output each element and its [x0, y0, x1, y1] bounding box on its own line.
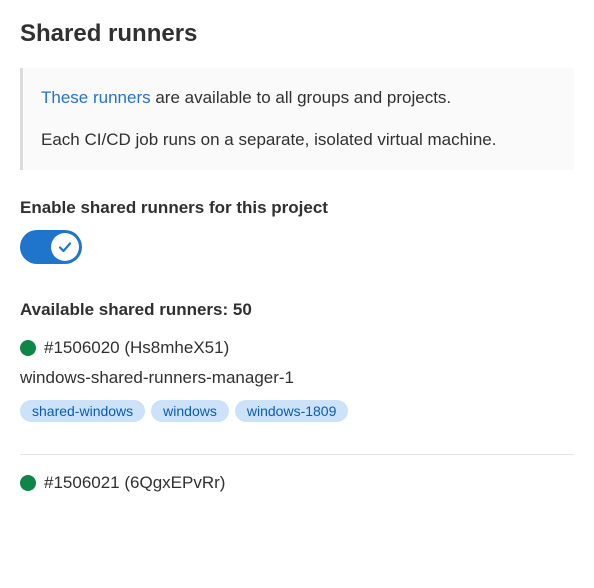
runner-tag[interactable]: windows [151, 400, 229, 422]
runner-item: #1506021 (6QgxEPvRr) [20, 473, 574, 517]
toggle-knob [51, 233, 79, 261]
runner-divider [20, 454, 574, 455]
info-line-2: Each CI/CD job runs on a separate, isola… [41, 130, 556, 150]
page-title: Shared runners [20, 20, 574, 48]
status-dot-icon [20, 475, 36, 491]
info-banner: These runners are available to all group… [20, 68, 574, 170]
check-icon [57, 239, 73, 255]
enable-shared-runners-toggle[interactable] [20, 230, 82, 264]
runner-tags: shared-windows windows windows-1809 [20, 400, 574, 422]
info-line-1-rest: are available to all groups and projects… [151, 88, 452, 107]
runner-item: #1506020 (Hs8mheX51) windows-shared-runn… [20, 338, 574, 436]
status-dot-icon [20, 340, 36, 356]
these-runners-link[interactable]: These runners [41, 88, 151, 107]
runner-header: #1506020 (Hs8mheX51) [20, 338, 574, 358]
runner-id[interactable]: #1506020 (Hs8mheX51) [44, 338, 229, 358]
available-prefix: Available shared runners: [20, 300, 233, 319]
info-line-1: These runners are available to all group… [41, 88, 556, 108]
runner-id[interactable]: #1506021 (6QgxEPvRr) [44, 473, 225, 493]
runner-tag[interactable]: shared-windows [20, 400, 145, 422]
available-runners-label: Available shared runners: 50 [20, 300, 574, 320]
runner-tag[interactable]: windows-1809 [235, 400, 349, 422]
runner-description: windows-shared-runners-manager-1 [20, 368, 574, 388]
runner-header: #1506021 (6QgxEPvRr) [20, 473, 574, 493]
available-count: 50 [233, 300, 252, 319]
enable-shared-runners-label: Enable shared runners for this project [20, 198, 574, 218]
